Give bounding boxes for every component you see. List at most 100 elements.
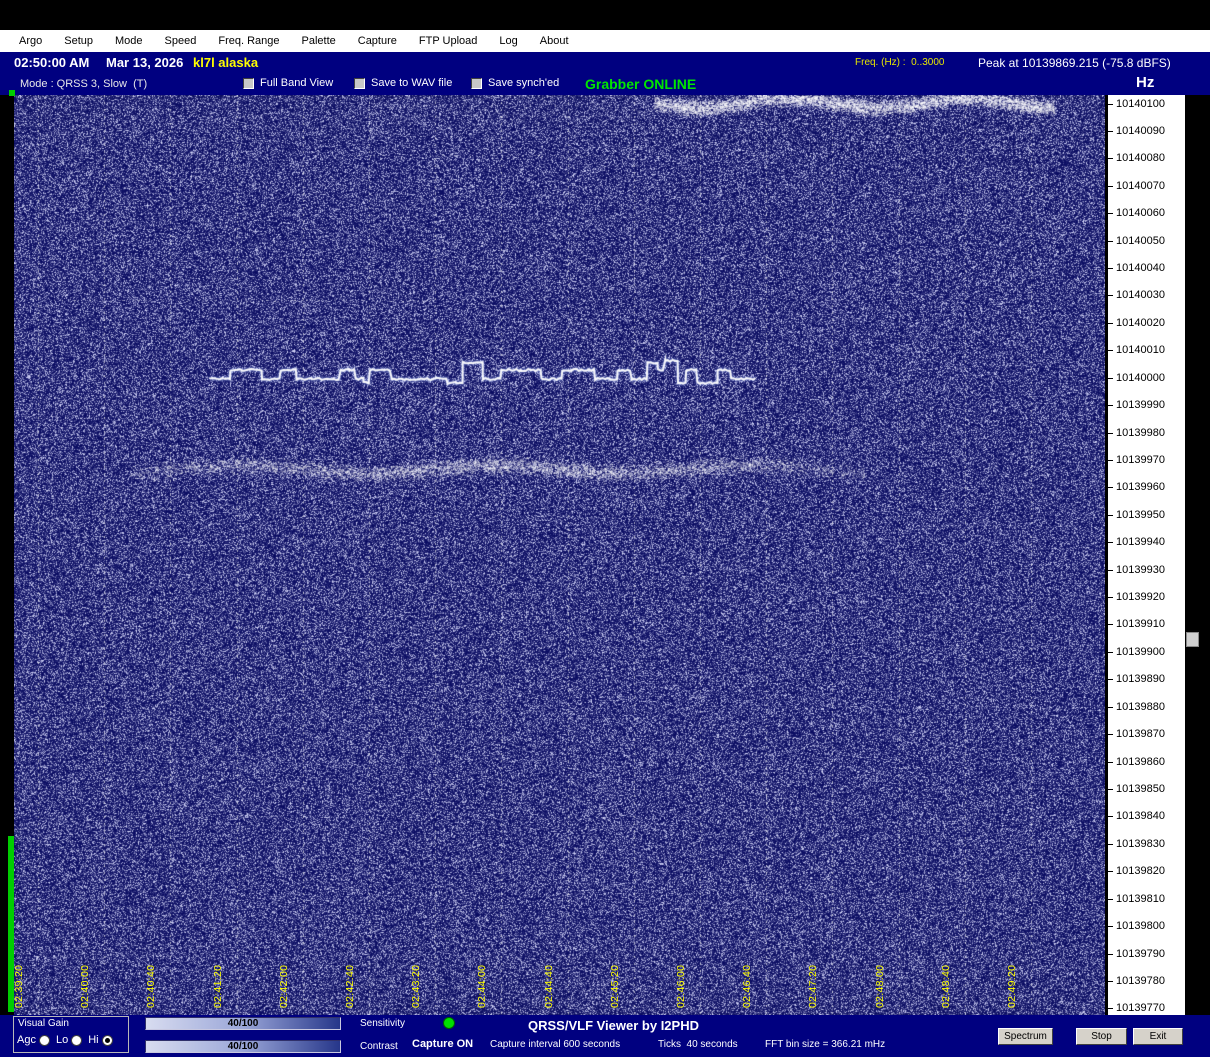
freq-tick <box>1108 487 1113 489</box>
freq-tick-label: 10139840 <box>1108 811 1165 822</box>
freq-value: 10139870 <box>1116 728 1165 741</box>
freq-value: 10139950 <box>1116 508 1165 521</box>
freq-tick <box>1108 898 1113 900</box>
freq-tick <box>1108 789 1113 790</box>
checkbox-save-synch-ed[interactable]: Save synch'ed <box>471 77 559 89</box>
freq-tick <box>1108 706 1113 708</box>
menu-item-log[interactable]: Log <box>488 35 528 47</box>
visual-gain-title: Visual Gain <box>18 1018 69 1029</box>
freq-tick <box>1108 158 1113 160</box>
freq-tick <box>1108 185 1113 187</box>
radio-circle[interactable] <box>71 1034 83 1046</box>
time-tick-label: 02:42:00 <box>277 964 290 1008</box>
radio-hi[interactable]: Hi <box>88 1034 113 1046</box>
radio-lo[interactable]: Lo <box>56 1034 83 1046</box>
freq-tick-label: 10139930 <box>1108 563 1165 576</box>
clock: 02:50:00 AM <box>14 55 90 70</box>
freq-value: 10139800 <box>1116 920 1165 933</box>
scrollbar-thumb[interactable] <box>1186 632 1199 647</box>
time-tick-label: 02:43:20 <box>410 964 423 1008</box>
freq-value: 10139930 <box>1116 563 1165 576</box>
checkbox-box <box>354 77 365 89</box>
slider-value: 40/100 <box>227 1041 259 1052</box>
menu-item-setup[interactable]: Setup <box>53 35 104 47</box>
freq-value: 10140100 <box>1116 97 1165 110</box>
time-tick-label: 02:41:20 <box>211 964 224 1008</box>
freq-tick <box>1108 843 1113 845</box>
menu-item-mode[interactable]: Mode <box>104 35 154 47</box>
freq-tick-label: 10139990 <box>1108 400 1165 411</box>
freq-value: 10140000 <box>1116 371 1165 384</box>
slider-sensitivity[interactable]: 40/100 <box>145 1017 341 1030</box>
freq-value: 10139880 <box>1116 700 1165 713</box>
slider-contrast[interactable]: 40/100 <box>145 1040 341 1053</box>
freq-value: 10140050 <box>1116 234 1165 247</box>
menu-item-capture[interactable]: Capture <box>347 35 408 47</box>
checkbox-save-to-wav-file[interactable]: Save to WAV file <box>354 77 452 89</box>
freq-tick-label: 10140070 <box>1108 179 1165 192</box>
freq-tick <box>1108 459 1113 461</box>
freq-tick-label: 10140090 <box>1108 125 1165 137</box>
spectrum-button[interactable]: Spectrum <box>998 1028 1053 1045</box>
freq-tick-label: 10139870 <box>1108 729 1165 740</box>
mode-label: Mode : QRSS 3, Slow (T) <box>20 78 148 90</box>
stop-button[interactable]: Stop <box>1076 1028 1127 1045</box>
freq-value: 10140010 <box>1116 344 1165 357</box>
freq-tick <box>1108 980 1113 982</box>
freq-tick-label: 10139900 <box>1108 646 1165 658</box>
menu-item-ftp-upload[interactable]: FTP Upload <box>408 35 489 47</box>
radio-agc[interactable]: Agc <box>17 1034 50 1046</box>
freq-tick-label: 10139800 <box>1108 921 1165 932</box>
freq-tick <box>1108 405 1113 407</box>
menu-item-speed[interactable]: Speed <box>154 35 208 47</box>
freq-value: 10139920 <box>1116 591 1165 604</box>
freq-tick-label: 10140060 <box>1108 208 1165 219</box>
radio-label: Hi <box>88 1034 99 1046</box>
checkbox-full-band-view[interactable]: Full Band View <box>243 77 333 89</box>
freq-tick <box>1108 322 1113 324</box>
date: Mar 13, 2026 <box>106 55 184 70</box>
menu-item-palette[interactable]: Palette <box>291 35 347 47</box>
freq-tick-label: 10139920 <box>1108 592 1165 603</box>
freq-tick-label: 10139850 <box>1108 784 1165 795</box>
freq-value: 10140040 <box>1116 262 1165 275</box>
freq-tick <box>1108 213 1113 215</box>
time-tick-label: 02:48:40 <box>939 964 952 1008</box>
fft-bin-label: FFT bin size = 366.21 mHz <box>765 1039 886 1050</box>
time-tick-label: 02:49:20 <box>1006 964 1018 1008</box>
freq-value: 10139780 <box>1116 974 1165 987</box>
freq-tick <box>1108 350 1113 352</box>
freq-value: 10139990 <box>1116 399 1165 412</box>
freq-tick <box>1108 816 1113 818</box>
freq-tick <box>1108 624 1113 626</box>
spectrogram-area: 02:39:20 02:40:00 02:40:40 02:41:20 02:42:00… <box>13 95 1105 1015</box>
freq-value: 10140070 <box>1116 179 1165 192</box>
freq-tick <box>1108 651 1113 653</box>
menu-item-about[interactable]: About <box>529 35 580 47</box>
spectrogram-canvas[interactable] <box>14 95 1105 1015</box>
freq-value: 10139860 <box>1116 755 1165 768</box>
freq-tick <box>1108 103 1113 105</box>
freq-value: 10139770 <box>1116 1002 1165 1015</box>
callsign: kl7l alaska <box>193 55 259 70</box>
freq-tick <box>1108 268 1113 270</box>
freq-tick-label: 10139830 <box>1108 838 1165 850</box>
radio-circle[interactable] <box>101 1034 113 1046</box>
freq-tick <box>1108 542 1113 544</box>
ticks-label: Ticks 40 seconds <box>658 1039 738 1050</box>
freq-tick-label: 10140030 <box>1108 290 1165 301</box>
freq-range-readout: Freq. (Hz) : 0..3000 <box>855 57 945 68</box>
exit-button[interactable]: Exit <box>1133 1028 1183 1045</box>
menubar: Argo Setup Mode Speed Freq. Range Palette Capt… <box>0 30 1210 52</box>
app-title: QRSS/VLF Viewer by I2PHD <box>528 1018 699 1033</box>
peak-readout: Peak at 10139869.215 (-75.8 dBFS) <box>978 56 1171 70</box>
freq-tick-label: 10139790 <box>1108 948 1165 960</box>
menu-item-argo[interactable]: Argo <box>8 35 53 47</box>
radio-circle[interactable] <box>38 1034 50 1046</box>
menu-item-freq-range[interactable]: Freq. Range <box>207 35 290 47</box>
freq-tick-label: 10140050 <box>1108 234 1165 247</box>
freq-tick <box>1108 514 1113 516</box>
freq-tick <box>1108 679 1113 681</box>
time-tick-label: 02:46:00 <box>675 964 687 1008</box>
mode-row: Mode : QRSS 3, Slow (T) Grabber ONLINE H… <box>0 74 1210 95</box>
